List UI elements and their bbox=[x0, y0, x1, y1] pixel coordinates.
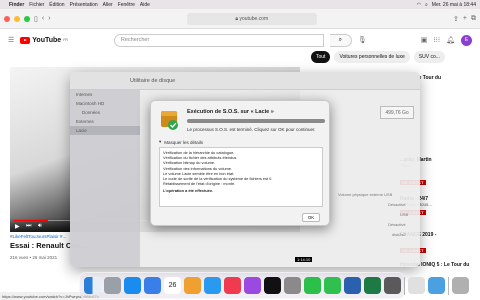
sidebar-toggle-icon[interactable]: ▯ bbox=[34, 15, 38, 23]
minimize-window-button[interactable] bbox=[14, 15, 20, 22]
facetime-icon[interactable] bbox=[304, 277, 321, 294]
filter-chips: Tout Voitures personnelles de luxe SUV c… bbox=[311, 51, 445, 63]
volume-icon[interactable]: 🔊︎ bbox=[38, 223, 42, 230]
chrome-icon[interactable] bbox=[408, 277, 425, 294]
info-device: disk2s2 bbox=[392, 232, 406, 237]
menu-presentation[interactable]: Présentation bbox=[70, 2, 98, 8]
video-duration-badge: 1:14:10 bbox=[295, 257, 313, 262]
tv-icon[interactable] bbox=[264, 277, 281, 294]
video-meta: 216 vues • 26 mai 2021 bbox=[10, 255, 58, 260]
launchpad-icon[interactable] bbox=[104, 277, 121, 294]
menu-bar: Finder Fichier Édition Présentation Alle… bbox=[0, 0, 480, 9]
downloads-icon[interactable] bbox=[428, 277, 445, 294]
details-toggle[interactable]: ▾ Masquer les détails bbox=[159, 139, 203, 145]
youtube-play-icon bbox=[20, 36, 31, 44]
youtube-header: ☰ YouTube FR Rechercher ⌕ 🎙︎ ▣ ⁝⁝⁝ 🔔︎ E bbox=[0, 29, 480, 51]
create-video-icon[interactable]: ▣ bbox=[421, 36, 428, 44]
word-icon[interactable] bbox=[344, 277, 361, 294]
menu-fenetre[interactable]: Fenêtre bbox=[118, 2, 135, 8]
podcasts-icon[interactable] bbox=[244, 277, 261, 294]
dialog-title: Exécution de S.O.S. sur « Lacie » bbox=[187, 109, 274, 115]
disk-utility-title: Utilitaire de disque bbox=[70, 72, 420, 90]
disclosure-triangle-icon: ▾ bbox=[159, 139, 162, 144]
search-button[interactable]: ⌕ bbox=[329, 33, 352, 47]
ok-button[interactable]: OK bbox=[302, 213, 320, 222]
sidebar-section-external: Externes bbox=[76, 119, 94, 124]
sidebar-item-data[interactable]: Données bbox=[70, 108, 140, 117]
wifi-icon[interactable]: ◠ bbox=[417, 2, 421, 8]
dialog-progress-fill bbox=[187, 119, 325, 123]
tabs-overview-icon[interactable]: ⧉ bbox=[471, 15, 476, 23]
menu-aide[interactable]: Aide bbox=[140, 2, 150, 8]
address-bar[interactable]: 🔒︎ youtube.com bbox=[186, 12, 317, 25]
notifications-icon[interactable]: 🔔︎ bbox=[446, 36, 455, 44]
preferences-icon[interactable] bbox=[284, 277, 301, 294]
appstore-icon[interactable] bbox=[204, 277, 221, 294]
info-owners: Désactivé bbox=[388, 202, 406, 207]
search-input[interactable]: Rechercher bbox=[113, 33, 324, 47]
hamburger-menu-icon[interactable]: ☰ bbox=[8, 36, 14, 44]
region-code: FR bbox=[63, 38, 68, 42]
menu-fichier[interactable]: Fichier bbox=[29, 2, 44, 8]
clock[interactable]: Mer. 26 mai à 18:44 bbox=[432, 2, 476, 8]
info-smart: Désactivé bbox=[388, 222, 406, 227]
video-progress-fill bbox=[14, 219, 48, 221]
dock: 26 bbox=[79, 272, 469, 299]
dialog-progress-bar bbox=[187, 119, 325, 123]
menu-app-name[interactable]: Finder bbox=[9, 2, 24, 8]
first-aid-dialog: Exécution de S.O.S. sur « Lacie » Le pro… bbox=[150, 100, 330, 226]
disk-utility-icon[interactable] bbox=[384, 277, 401, 294]
menu-aller[interactable]: Aller bbox=[103, 2, 113, 8]
dialog-message: Le processus S.O.S. est terminé. Cliquez… bbox=[187, 127, 316, 132]
safari-icon[interactable] bbox=[124, 277, 141, 294]
disk-utility-sidebar: Internes Macintosh HD Données Externes L… bbox=[70, 90, 140, 267]
disk-size-value: 499,76 Go bbox=[380, 106, 414, 119]
close-window-button[interactable] bbox=[4, 15, 10, 22]
dialog-log: Vérification de la hiérarchie du catalog… bbox=[159, 147, 323, 207]
next-icon[interactable]: ⏭ bbox=[26, 223, 31, 230]
sidebar-item-lacie[interactable]: Lacie bbox=[70, 126, 140, 135]
log-line: Rétablissement de l'état d'origine : mon… bbox=[163, 181, 236, 187]
excel-icon[interactable] bbox=[364, 277, 381, 294]
play-icon[interactable]: ▶ bbox=[15, 223, 20, 230]
address-text: youtube.com bbox=[239, 15, 269, 22]
youtube-logo[interactable]: YouTube FR bbox=[20, 36, 68, 44]
share-icon[interactable]: ⇪ bbox=[453, 15, 459, 23]
apps-grid-icon[interactable]: ⁝⁝⁝ bbox=[433, 36, 440, 44]
messages-icon[interactable] bbox=[324, 277, 341, 294]
search-icon: ⌕ bbox=[338, 36, 343, 43]
info-bus: USB bbox=[400, 212, 409, 217]
search-icon[interactable]: ⌕ bbox=[425, 2, 428, 8]
chip-suv[interactable]: SUV co... bbox=[413, 51, 445, 63]
dock-separator bbox=[448, 276, 449, 295]
new-tab-icon[interactable]: + bbox=[463, 15, 467, 22]
calendar-icon[interactable]: 26 bbox=[164, 277, 181, 294]
chip-all[interactable]: Tout bbox=[311, 51, 331, 63]
music-icon[interactable] bbox=[224, 277, 241, 294]
info-connection: Volume physique externe USB bbox=[338, 192, 393, 197]
forward-icon[interactable]: › bbox=[48, 15, 50, 22]
menu-edition[interactable]: Édition bbox=[49, 2, 64, 8]
desktop: Finder Fichier Édition Présentation Alle… bbox=[0, 0, 480, 300]
zoom-window-button[interactable] bbox=[24, 15, 30, 22]
mail-icon[interactable] bbox=[144, 277, 161, 294]
back-icon[interactable]: ‹ bbox=[42, 15, 44, 22]
sidebar-section-internal: Internes bbox=[76, 92, 93, 97]
browser-toolbar: ▯ ‹ › 🔒︎ youtube.com ⇪ + ⧉ bbox=[0, 9, 480, 29]
chip-luxury-cars[interactable]: Voitures personnelles de luxe bbox=[334, 51, 410, 63]
photos-icon[interactable] bbox=[184, 277, 201, 294]
dock-separator bbox=[404, 276, 405, 295]
avatar[interactable]: E bbox=[461, 34, 472, 46]
trash-icon[interactable] bbox=[452, 277, 469, 294]
sidebar-item-macintosh-hd[interactable]: Macintosh HD bbox=[70, 99, 140, 108]
details-toggle-label: Masquer les détails bbox=[164, 139, 204, 145]
youtube-logo-text: YouTube bbox=[32, 36, 62, 44]
video-hashtags[interactable]: #LikeFeltTouJoursPlaisir #... bbox=[10, 234, 66, 239]
log-done: L'opération a été effectuée. bbox=[163, 188, 214, 194]
microphone-icon[interactable]: 🎙︎ bbox=[358, 36, 367, 44]
external-drive-icon bbox=[161, 111, 178, 130]
finder-icon[interactable] bbox=[84, 277, 101, 294]
